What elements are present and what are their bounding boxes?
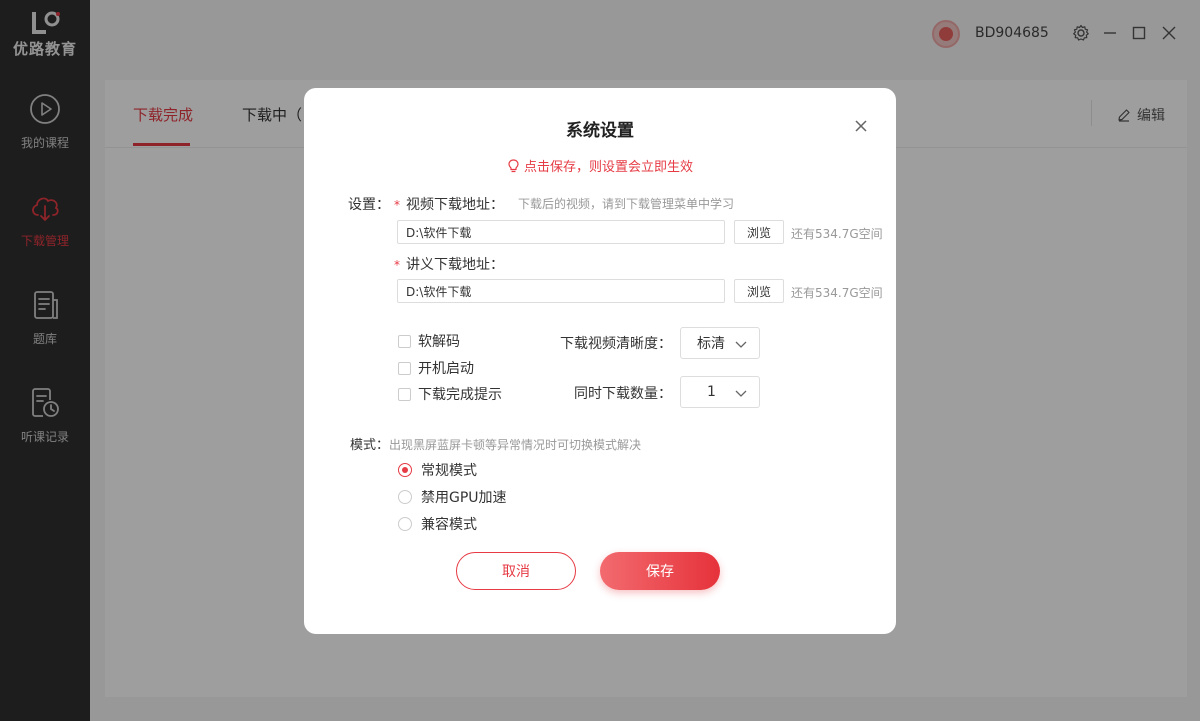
- checkbox-box[interactable]: [398, 387, 411, 401]
- mode-label: 模式：: [350, 438, 390, 453]
- checkbox-label: 软解码: [418, 334, 460, 350]
- quality-value: 标清: [697, 336, 725, 352]
- quality-label: 下载视频清晰度：: [560, 336, 672, 352]
- required-mark: *: [394, 258, 400, 272]
- chevron-down-icon: [735, 390, 747, 397]
- video-path-tip: 下载后的视频，请到下载管理菜单中学习: [518, 197, 735, 211]
- mode-option-normal[interactable]: 常规模式: [398, 460, 477, 480]
- radio-button[interactable]: [398, 490, 412, 504]
- concurrency-select[interactable]: 1: [680, 376, 760, 408]
- video-browse-button[interactable]: 浏览: [734, 220, 784, 244]
- mode-section-label: 模式：出现黑屏蓝屏卡顿等异常情况时可切换模式解决: [350, 434, 641, 453]
- cancel-button[interactable]: 取消: [456, 552, 576, 590]
- checkbox-box[interactable]: [398, 361, 411, 375]
- quality-select[interactable]: 标清: [680, 327, 760, 359]
- video-free-space: 还有534.7G空间: [791, 227, 883, 241]
- concurrency-label: 同时下载数量：: [574, 386, 672, 402]
- handout-free-space: 还有534.7G空间: [791, 286, 883, 300]
- mode-tip: 出现黑屏蓝屏卡顿等异常情况时可切换模式解决: [389, 438, 642, 452]
- soft-decode-checkbox[interactable]: 软解码: [398, 331, 460, 351]
- mode-option-compatible[interactable]: 兼容模式: [398, 514, 477, 534]
- radio-button[interactable]: [398, 463, 412, 477]
- checkbox-label: 下载完成提示: [418, 387, 502, 403]
- checkbox-label: 开机启动: [418, 361, 474, 377]
- video-path-label-text: 视频下载地址：: [406, 197, 504, 213]
- settings-dialog: 系统设置 点击保存，则设置会立即生效 设置： * 视频下载地址： 下载后的视频，请…: [304, 88, 896, 634]
- chevron-down-icon: [735, 341, 747, 348]
- close-icon[interactable]: [852, 118, 870, 136]
- required-mark: *: [394, 198, 400, 212]
- hint-text: 点击保存，则设置会立即生效: [523, 160, 693, 175]
- save-hint: 点击保存，则设置会立即生效: [304, 156, 896, 175]
- concurrency-value: 1: [707, 384, 716, 400]
- handout-browse-button[interactable]: 浏览: [734, 279, 784, 303]
- video-path-input[interactable]: [397, 220, 725, 244]
- radio-button[interactable]: [398, 517, 412, 531]
- radio-label: 兼容模式: [421, 517, 477, 533]
- handout-path-label: * 讲义下载地址：: [394, 254, 504, 274]
- dialog-title: 系统设置: [566, 121, 634, 141]
- handout-path-label-text: 讲义下载地址：: [406, 257, 504, 273]
- save-button[interactable]: 保存: [600, 552, 720, 590]
- mode-option-disable-gpu[interactable]: 禁用GPU加速: [398, 487, 507, 507]
- download-complete-notify-checkbox[interactable]: 下载完成提示: [398, 384, 502, 404]
- radio-label: 常规模式: [421, 463, 477, 479]
- checkbox-box[interactable]: [398, 334, 411, 348]
- radio-label: 禁用GPU加速: [421, 490, 507, 506]
- video-path-label: * 视频下载地址：: [394, 194, 504, 214]
- handout-path-input[interactable]: [397, 279, 725, 303]
- autostart-checkbox[interactable]: 开机启动: [398, 358, 474, 378]
- lightbulb-icon: [508, 159, 519, 173]
- settings-label: 设置：: [348, 197, 390, 213]
